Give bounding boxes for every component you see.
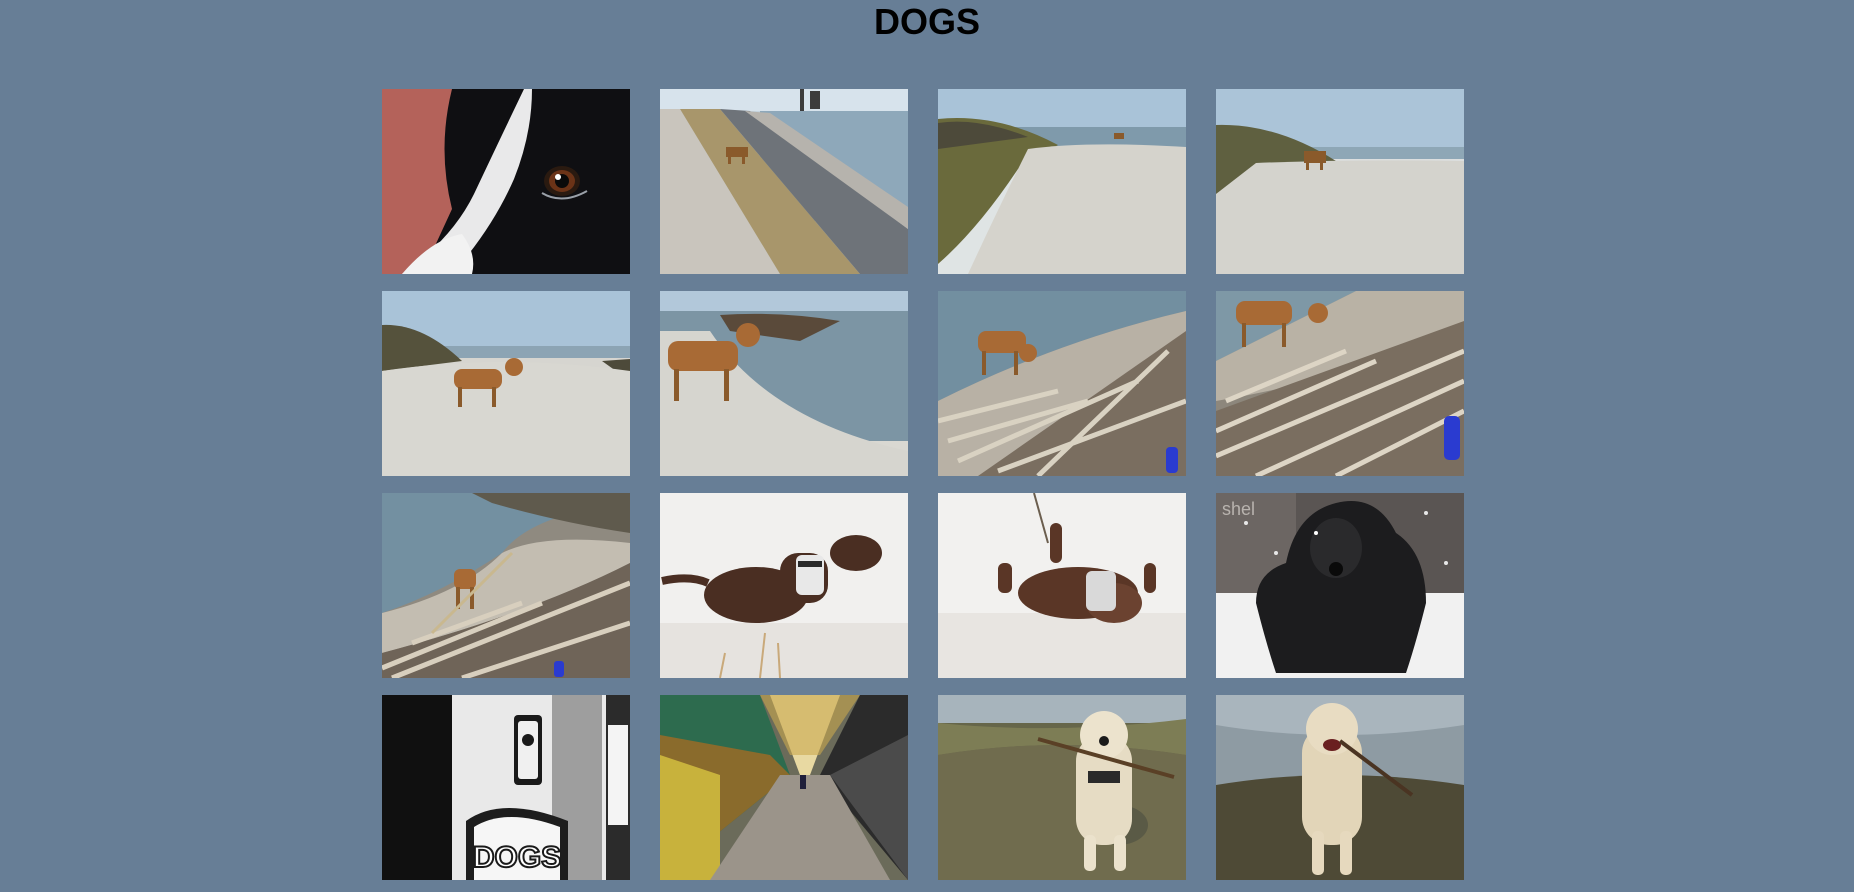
watermark-text: shel xyxy=(1222,499,1255,519)
gallery-thumbnail[interactable] xyxy=(382,89,630,274)
dog-standing-on-concrete-image xyxy=(382,291,630,476)
gallery-thumbnail[interactable] xyxy=(382,291,630,476)
gallery-thumbnail[interactable] xyxy=(938,291,1186,476)
dog-by-water-edge-image xyxy=(660,291,908,476)
dog-on-beach-path-image xyxy=(938,89,1186,274)
covered-market-arcade-image xyxy=(660,695,908,880)
gallery-thumbnail[interactable] xyxy=(1216,89,1464,274)
gallery-thumbnail[interactable] xyxy=(938,493,1186,678)
gallery-thumbnail[interactable]: shel xyxy=(1216,493,1464,678)
gallery-thumbnail[interactable] xyxy=(938,695,1186,880)
page-title: DOGS xyxy=(873,1,980,42)
gallery-thumbnail[interactable] xyxy=(938,89,1186,274)
border-collie-closeup-image xyxy=(382,89,630,274)
image-gallery: shel DOGS xyxy=(382,89,1464,880)
dog-on-beach-path-wide-image xyxy=(1216,89,1464,274)
golden-retriever-with-stick-image xyxy=(938,695,1186,880)
dog-with-stick-by-sea-image xyxy=(382,493,630,678)
gallery-thumbnail[interactable] xyxy=(660,695,908,880)
dogs-pub-sign-image: DOGS xyxy=(382,695,630,880)
gallery-thumbnail[interactable] xyxy=(1216,695,1464,880)
dog-on-seawall-image xyxy=(660,89,908,274)
sign-text: DOGS xyxy=(473,841,561,874)
gallery-thumbnail[interactable]: DOGS xyxy=(382,695,630,880)
gallery-thumbnail[interactable] xyxy=(660,89,908,274)
gallery-thumbnail[interactable] xyxy=(660,291,908,476)
gallery-thumbnail[interactable] xyxy=(382,493,630,678)
dog-sniffing-driftwood-image xyxy=(938,291,1186,476)
spaniel-in-snow-image: shel xyxy=(1216,493,1464,678)
chocolate-lab-rolling-snow-image xyxy=(938,493,1186,678)
gallery-thumbnail[interactable] xyxy=(1216,291,1464,476)
chocolate-lab-running-snow-image xyxy=(660,493,908,678)
dog-on-driftwood-pile-image xyxy=(1216,291,1464,476)
golden-retriever-running-stick-image xyxy=(1216,695,1464,880)
gallery-thumbnail[interactable] xyxy=(660,493,908,678)
